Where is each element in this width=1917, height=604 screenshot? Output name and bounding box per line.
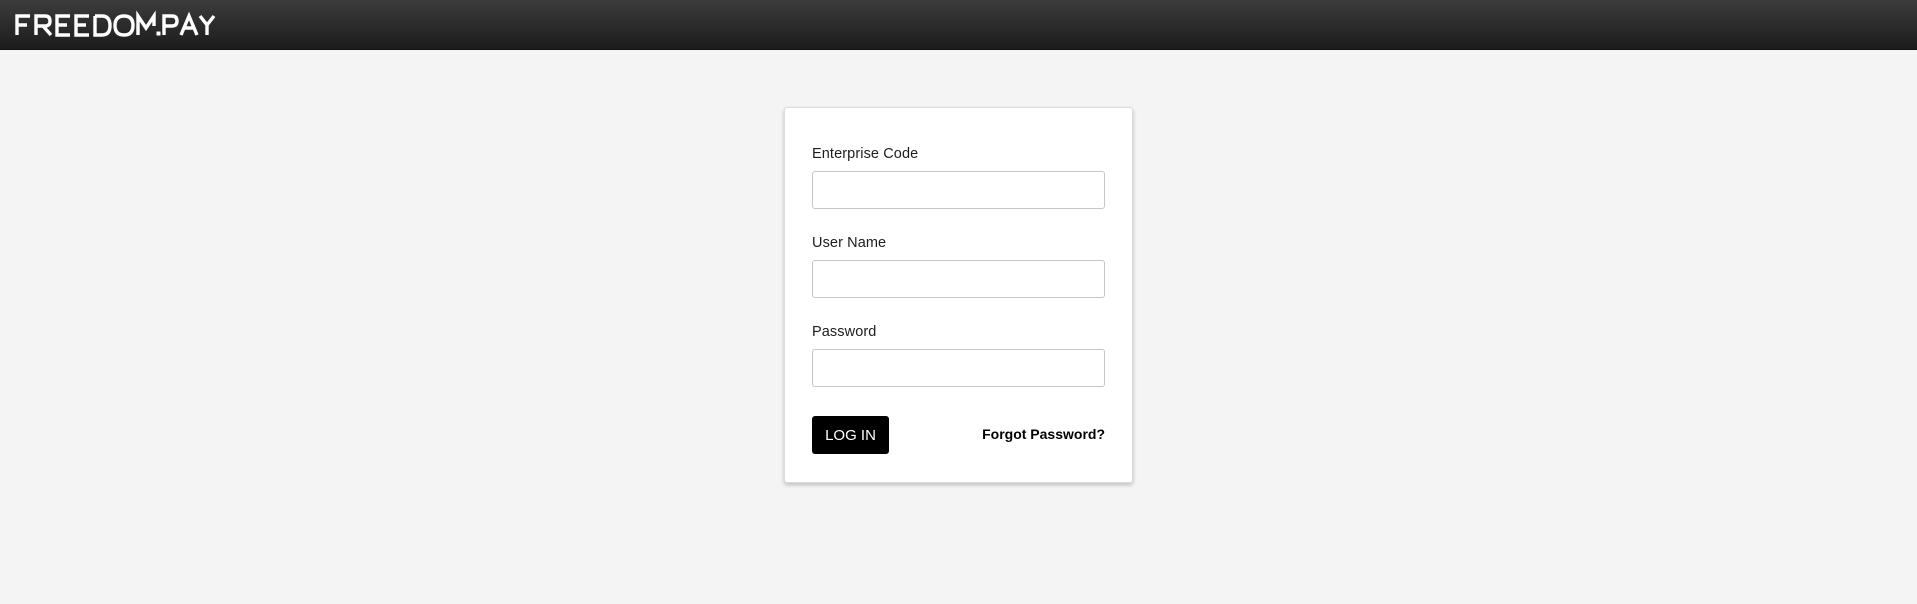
freedompay-logo[interactable] (14, 8, 224, 42)
freedompay-logo-icon (15, 10, 216, 37)
top-navigation-bar (0, 0, 1917, 50)
password-field[interactable] (812, 349, 1105, 387)
user-name-field[interactable] (812, 260, 1105, 298)
login-button[interactable]: LOG IN (812, 416, 889, 454)
enterprise-code-label: Enterprise Code (812, 146, 919, 162)
enterprise-code-field[interactable] (812, 171, 1105, 209)
login-card: Enterprise Code User Name Password LOG I… (784, 107, 1133, 483)
forgot-password-link[interactable]: Forgot Password? (982, 426, 1105, 442)
user-name-label: User Name (812, 235, 887, 251)
password-label: Password (812, 324, 877, 340)
